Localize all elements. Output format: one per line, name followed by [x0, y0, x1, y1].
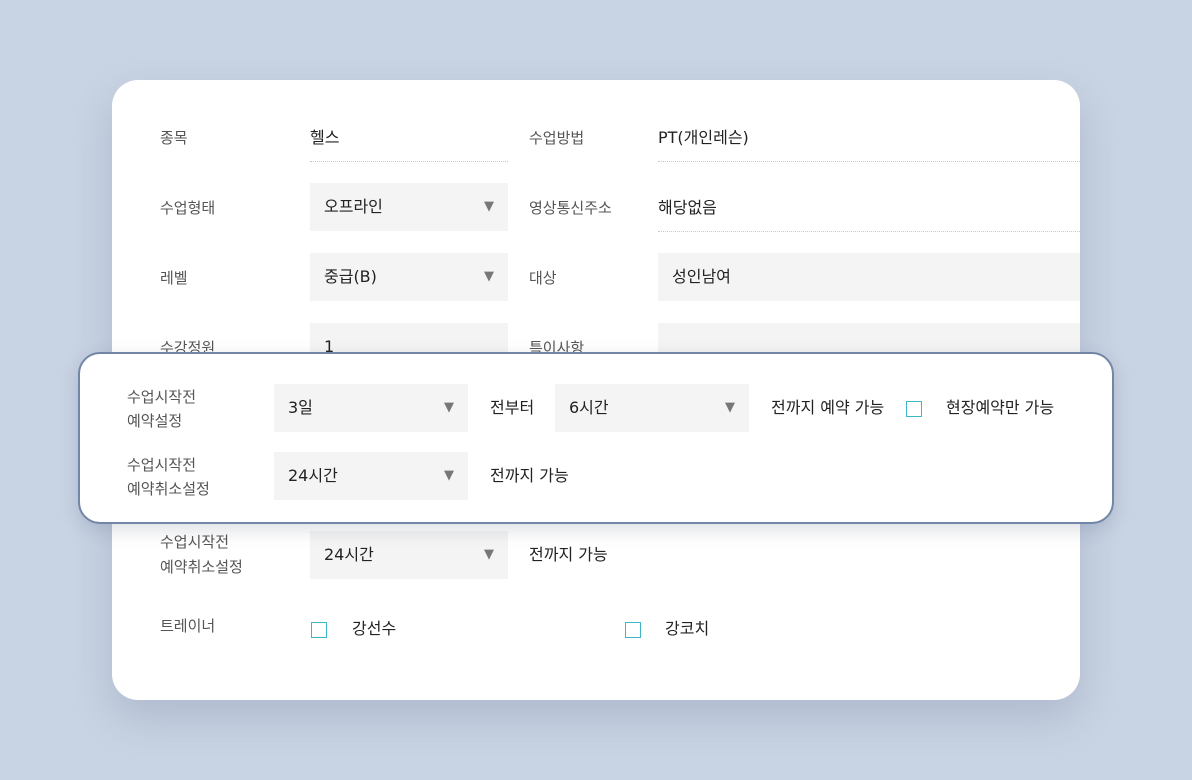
cancel-setting-label-line2: 예약취소설정 [160, 558, 243, 576]
reservation-settings-highlight: 수업시작전 예약설정 3일 ▼ 전부터 6시간 ▼ 전까지 예약 가능 현장예약… [78, 352, 1114, 524]
triangle-down-icon: ▼ [484, 269, 494, 284]
reservation-label-line1: 수업시작전 [127, 388, 197, 406]
subject-label: 종목 [160, 129, 188, 147]
method-value: PT(개인레슨) [658, 128, 749, 147]
cancel-setting-suffix: 전까지 가능 [529, 545, 608, 564]
cancel-suffix: 전까지 가능 [490, 466, 569, 485]
cancel-label-line2: 예약취소설정 [127, 480, 210, 498]
trainer-name-1: 강선수 [352, 619, 397, 638]
trainer-checkbox-1[interactable] [311, 622, 327, 638]
target-value: 성인남여 [672, 267, 731, 286]
target-label: 대상 [529, 269, 557, 287]
level-select[interactable]: 중급(B) ▼ [310, 253, 508, 301]
method-field: PT(개인레슨) [658, 116, 1080, 162]
cancel-setting-select[interactable]: 24시간 ▼ [310, 531, 508, 579]
type-select-value: 오프라인 [324, 197, 383, 216]
trainer-label: 트레이너 [160, 617, 216, 635]
reservation-until-select[interactable]: 6시간 ▼ [555, 384, 749, 432]
subject-field: 헬스 [310, 116, 508, 162]
level-select-value: 중급(B) [324, 267, 377, 286]
cancel-setting-label-line1: 수업시작전 [160, 533, 230, 551]
cancel-select-value: 24시간 [288, 466, 338, 485]
reservation-from-suffix: 전부터 [490, 398, 535, 417]
reservation-from-value: 3일 [288, 398, 313, 417]
cancel-setting-select-value: 24시간 [324, 545, 374, 564]
cancel-label-line1: 수업시작전 [127, 456, 197, 474]
video-address-value: 해당없음 [658, 198, 717, 217]
video-address-field: 해당없음 [658, 186, 1080, 232]
trainer-checkbox-2[interactable] [625, 622, 641, 638]
triangle-down-icon: ▼ [725, 400, 735, 415]
method-label: 수업방법 [529, 129, 585, 147]
triangle-down-icon: ▼ [444, 468, 454, 483]
subject-value: 헬스 [310, 128, 340, 147]
triangle-down-icon: ▼ [484, 199, 494, 214]
reservation-from-select[interactable]: 3일 ▼ [274, 384, 468, 432]
type-select[interactable]: 오프라인 ▼ [310, 183, 508, 231]
type-label: 수업형태 [160, 199, 216, 217]
reservation-until-value: 6시간 [569, 398, 609, 417]
triangle-down-icon: ▼ [444, 400, 454, 415]
trainer-name-2: 강코치 [665, 619, 710, 638]
onsite-only-checkbox[interactable] [906, 401, 922, 417]
target-field[interactable]: 성인남여 [658, 253, 1080, 301]
cancel-select[interactable]: 24시간 ▼ [274, 452, 468, 500]
reservation-label-line2: 예약설정 [127, 412, 183, 430]
onsite-only-label: 현장예약만 가능 [946, 398, 1055, 417]
triangle-down-icon: ▼ [484, 547, 494, 562]
level-label: 레벨 [160, 269, 188, 287]
reservation-until-suffix: 전까지 예약 가능 [771, 398, 885, 417]
video-address-label: 영상통신주소 [529, 199, 612, 217]
